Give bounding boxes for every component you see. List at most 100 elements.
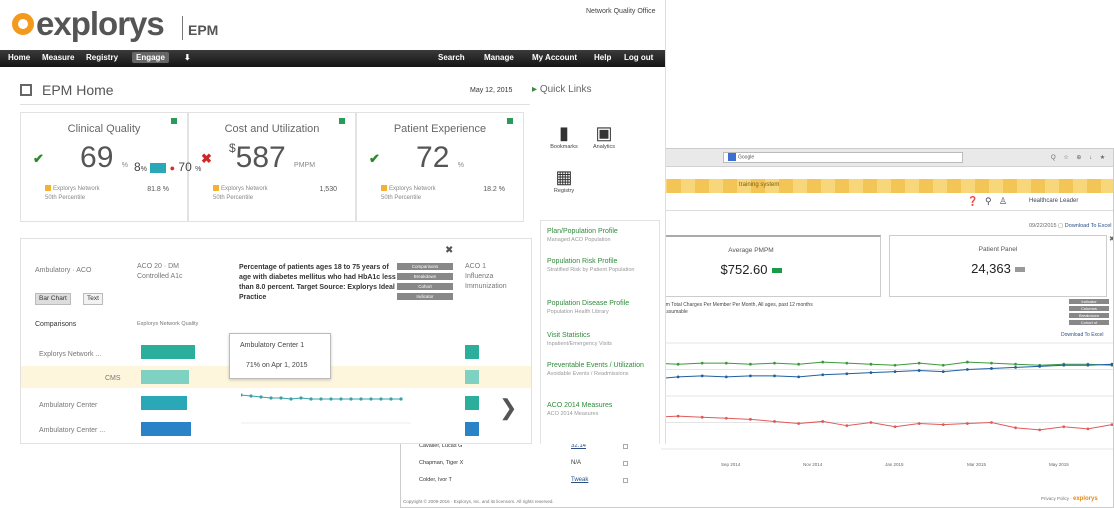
trend-point[interactable] bbox=[399, 397, 403, 401]
quick-link[interactable]: Population Disease Profile Population Hea… bbox=[547, 299, 655, 317]
data-point[interactable] bbox=[821, 420, 825, 423]
pin-icon[interactable] bbox=[339, 118, 345, 124]
data-point[interactable] bbox=[676, 375, 680, 379]
bar[interactable] bbox=[465, 370, 479, 384]
trend-point[interactable] bbox=[359, 397, 363, 401]
data-point[interactable] bbox=[917, 361, 921, 365]
organization-label[interactable]: Network Quality Office bbox=[586, 8, 656, 15]
user-menu[interactable]: Healthcare Leader bbox=[1029, 198, 1078, 204]
data-point[interactable] bbox=[917, 369, 921, 372]
data-point[interactable] bbox=[1062, 425, 1066, 429]
tag-button[interactable]: Cohort bbox=[397, 283, 453, 290]
trend-point[interactable] bbox=[329, 397, 333, 401]
data-point[interactable] bbox=[845, 372, 849, 376]
data-point[interactable] bbox=[845, 424, 849, 428]
data-point[interactable] bbox=[749, 374, 752, 378]
bar-ambulatory-center[interactable] bbox=[141, 396, 187, 410]
data-point[interactable] bbox=[797, 362, 801, 366]
data-point[interactable] bbox=[1038, 364, 1042, 368]
trend-point[interactable] bbox=[279, 396, 283, 400]
quick-link[interactable]: ACO 2014 Measures ACO 2014 Measures bbox=[547, 401, 655, 419]
registry-tile[interactable]: ▦ Registry bbox=[546, 166, 582, 202]
bar[interactable] bbox=[465, 345, 479, 359]
data-point[interactable] bbox=[990, 421, 993, 424]
data-point[interactable] bbox=[797, 422, 801, 425]
kpi-card-cost-utilization[interactable]: Cost and Utilization ✖ $587 PMPM Explory… bbox=[188, 112, 356, 222]
patient-panel-card[interactable]: Patient Panel 24,363 bbox=[889, 235, 1107, 297]
data-point[interactable] bbox=[893, 363, 897, 367]
data-point[interactable] bbox=[700, 374, 704, 378]
data-point[interactable] bbox=[941, 363, 945, 367]
bar-ambulatory-center-2[interactable] bbox=[141, 422, 191, 436]
trend-point[interactable] bbox=[379, 397, 383, 401]
analytics-tile[interactable]: ▣ Analytics bbox=[586, 122, 622, 158]
kpi-card-patient-experience[interactable]: Patient Experience ✔ 72 % Explorys Netwo… bbox=[356, 112, 524, 222]
data-point[interactable] bbox=[941, 423, 945, 427]
data-point[interactable] bbox=[965, 368, 969, 371]
trend-point[interactable] bbox=[299, 396, 303, 400]
data-point[interactable] bbox=[700, 415, 704, 419]
quick-link[interactable]: Population Risk Profile Stratified Risk b… bbox=[547, 257, 655, 275]
quick-link[interactable]: Preventable Events / Utilization Avoidabl… bbox=[547, 361, 655, 379]
data-point[interactable] bbox=[965, 422, 969, 425]
data-point[interactable] bbox=[676, 414, 680, 418]
data-point[interactable] bbox=[821, 360, 825, 364]
chart-option-button[interactable]: Indicator bbox=[1069, 299, 1109, 304]
pin-icon[interactable] bbox=[171, 118, 177, 124]
data-point[interactable] bbox=[749, 417, 752, 421]
chart-option-button[interactable]: Columns bbox=[1069, 306, 1109, 311]
trend-point[interactable] bbox=[369, 397, 373, 401]
data-point[interactable] bbox=[893, 370, 897, 374]
help-icon[interactable]: ❓ bbox=[967, 196, 978, 207]
address-bar[interactable]: Google bbox=[723, 152, 963, 163]
trend-point[interactable] bbox=[249, 394, 253, 398]
user-icon[interactable]: ♙ bbox=[999, 196, 1007, 207]
nav-registry[interactable]: Registry bbox=[86, 53, 118, 62]
nav-manage[interactable]: Manage bbox=[484, 53, 514, 62]
nav-measure[interactable]: Measure bbox=[42, 53, 74, 62]
measure-label[interactable]: ACO 1 bbox=[465, 263, 486, 270]
data-point[interactable] bbox=[1062, 363, 1066, 367]
data-point[interactable] bbox=[724, 361, 728, 365]
trend-point[interactable] bbox=[269, 396, 273, 400]
data-point[interactable] bbox=[1110, 423, 1114, 427]
nav-log-out[interactable]: Log out bbox=[624, 53, 653, 62]
download-excel-link[interactable]: Download To Excel bbox=[1065, 223, 1112, 229]
data-point[interactable] bbox=[676, 362, 680, 366]
data-point[interactable] bbox=[773, 420, 776, 423]
tag-button[interactable]: Breakdown bbox=[397, 273, 453, 280]
row-checkbox[interactable] bbox=[623, 478, 628, 483]
trend-point[interactable] bbox=[259, 395, 263, 399]
provider-name[interactable]: Colder, Ivor T bbox=[419, 477, 452, 483]
next-arrow-icon[interactable]: ❯ bbox=[499, 395, 517, 421]
comparison-select[interactable]: Explorys Network Quality bbox=[137, 321, 198, 327]
nav-search[interactable]: Search bbox=[438, 53, 465, 62]
search-icon[interactable]: ⚲ bbox=[985, 196, 992, 207]
bar[interactable] bbox=[465, 422, 479, 436]
nav-help[interactable]: Help bbox=[594, 53, 611, 62]
data-point[interactable] bbox=[1014, 365, 1017, 369]
tag-button[interactable]: Comparisons bbox=[397, 263, 453, 270]
data-point[interactable] bbox=[821, 373, 825, 377]
chart-download-link[interactable]: Download To Excel bbox=[1061, 332, 1103, 338]
nav-my-account[interactable]: My Account bbox=[532, 53, 577, 62]
data-point[interactable] bbox=[724, 416, 728, 420]
trend-point[interactable] bbox=[289, 397, 293, 401]
nav-engage[interactable]: Engage bbox=[132, 52, 169, 63]
data-point[interactable] bbox=[773, 361, 776, 365]
data-point[interactable] bbox=[1086, 363, 1090, 367]
bar-cms[interactable] bbox=[141, 370, 189, 384]
data-point[interactable] bbox=[869, 362, 873, 366]
bar-explorys-network[interactable] bbox=[141, 345, 195, 359]
data-point[interactable] bbox=[700, 361, 704, 365]
chart-option-button[interactable]: Breakdown bbox=[1069, 313, 1109, 318]
data-point[interactable] bbox=[773, 374, 776, 378]
trend-point[interactable] bbox=[339, 397, 343, 401]
row-label[interactable]: Ambulatory Center bbox=[39, 402, 97, 409]
data-point[interactable] bbox=[965, 360, 969, 364]
data-point[interactable] bbox=[1110, 362, 1114, 366]
chart-option-button[interactable]: Cohort of bbox=[1069, 320, 1109, 325]
close-icon[interactable]: ✖ bbox=[445, 245, 453, 256]
close-icon[interactable]: ✖ bbox=[1109, 235, 1113, 243]
bookmarks-tile[interactable]: ▮ Bookmarks bbox=[546, 122, 582, 158]
